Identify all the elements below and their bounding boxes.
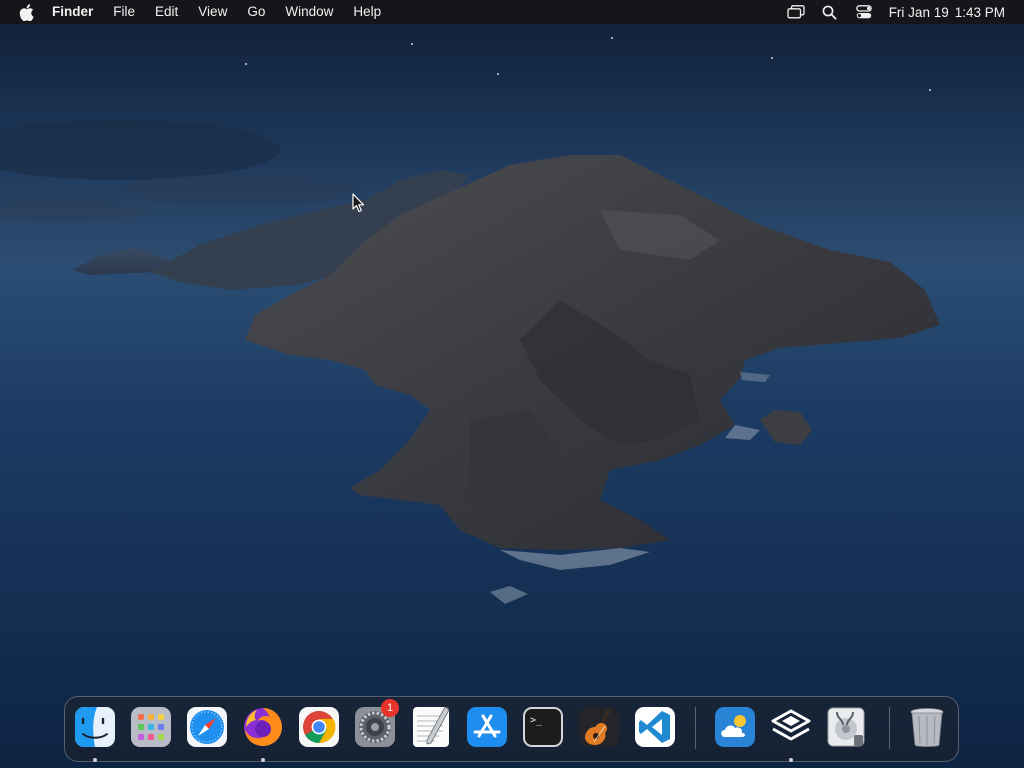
dock-item-app-store[interactable]	[465, 705, 509, 749]
menu-help[interactable]: Help	[343, 0, 391, 24]
dock: 1 >_	[64, 696, 959, 762]
terminal-prompt: >_	[530, 715, 543, 726]
menu-view[interactable]: View	[188, 0, 237, 24]
running-indicator	[93, 758, 97, 762]
apple-logo-icon[interactable]	[16, 0, 36, 24]
trash-icon	[910, 708, 944, 747]
firefox-icon	[244, 708, 282, 746]
layers-icon	[771, 709, 811, 741]
dock-item-system-preferences[interactable]: 1	[353, 699, 399, 749]
safari-icon	[187, 707, 227, 747]
weather-icon	[715, 707, 755, 747]
dock-item-disk-utility[interactable]	[825, 705, 869, 749]
clock-date: Fri Jan 19	[888, 4, 949, 20]
running-indicator	[789, 758, 793, 762]
chrome-icon	[299, 707, 339, 747]
dock-item-terminal[interactable]: >_	[521, 705, 565, 749]
menu-bar: Finder File Edit View Go Window Help Fri…	[0, 0, 1024, 24]
menu-go[interactable]: Go	[237, 0, 275, 24]
vscode-icon	[635, 707, 675, 747]
menu-app-name[interactable]: Finder	[50, 0, 103, 24]
terminal-icon: >_	[523, 707, 563, 747]
menu-clock[interactable]: Fri Jan 19 1:43 PM	[889, 5, 1005, 20]
dock-item-textedit[interactable]	[409, 705, 453, 749]
dock-item-garageband[interactable]	[577, 705, 621, 749]
running-indicator	[261, 758, 265, 762]
textedit-icon	[413, 706, 450, 747]
dock-separator	[889, 707, 890, 749]
desktop-wallpaper[interactable]	[0, 0, 1024, 768]
garageband-icon	[579, 707, 619, 747]
mouse-cursor-icon	[352, 193, 366, 213]
dock-item-layers[interactable]	[769, 705, 813, 762]
dock-separator	[695, 707, 696, 749]
dock-item-finder[interactable]	[73, 705, 117, 762]
dock-item-weather[interactable]	[713, 705, 757, 749]
menu-edit[interactable]: Edit	[145, 0, 188, 24]
menu-window[interactable]: Window	[275, 0, 343, 24]
dock-item-safari[interactable]	[185, 705, 229, 749]
dock-item-chrome[interactable]	[297, 705, 341, 749]
dock-item-firefox[interactable]	[241, 705, 285, 762]
app-store-icon	[467, 707, 507, 747]
menu-file[interactable]: File	[103, 0, 145, 24]
dock-item-trash[interactable]	[905, 705, 949, 749]
clock-time: 1:43 PM	[954, 4, 1005, 20]
screen-mirroring-icon[interactable]	[785, 0, 807, 24]
dock-item-vscode[interactable]	[633, 705, 677, 749]
dock-item-launchpad[interactable]	[129, 705, 173, 749]
notification-badge: 1	[381, 699, 399, 717]
disk-utility-icon	[827, 707, 865, 747]
finder-icon	[75, 707, 115, 747]
control-center-icon[interactable]	[853, 0, 875, 24]
launchpad-icon	[131, 707, 171, 747]
search-icon[interactable]	[819, 0, 841, 24]
